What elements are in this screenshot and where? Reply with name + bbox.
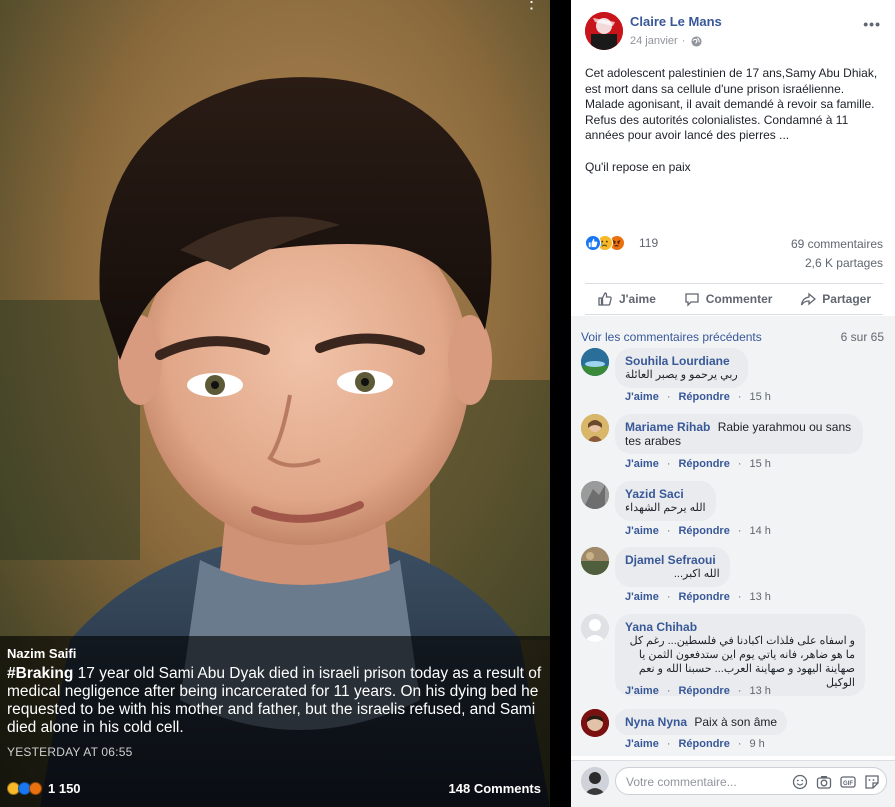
comment-bubble: Yana Chihab و اسفاه على فلذات اكبادنا في… <box>615 614 865 696</box>
commenter-avatar[interactable] <box>581 614 609 642</box>
comment-text: و اسفاه على فلذات اكبادنا في فلسطين... ر… <box>629 635 855 689</box>
comment-reply-link[interactable]: Répondre <box>678 525 729 537</box>
globe-icon <box>691 35 702 47</box>
gif-icon[interactable]: GIF <box>840 774 856 790</box>
post-body: Cet adolescent palestinien de 17 ans,Sam… <box>585 66 885 175</box>
comment-time[interactable]: 14 h <box>750 525 771 537</box>
like-button[interactable]: J'aime <box>597 291 656 307</box>
comment-input-placeholder: Votre commentaire... <box>626 775 737 789</box>
post-panel: Claire Le Mans 24 janvier · ••• Cet adol… <box>571 0 895 807</box>
sticker-icon[interactable] <box>864 774 880 790</box>
caption-reaction-count: 1 150 <box>48 781 81 796</box>
photo-caption: Nazim Saifi #Braking 17 year old Sami Ab… <box>0 636 550 807</box>
comment-meta: J'aime · Répondre · 9 h <box>625 738 765 750</box>
post-options-icon[interactable]: ••• <box>863 16 881 32</box>
share-icon <box>801 292 817 306</box>
post-closing: Qu'il repose en paix <box>585 159 691 174</box>
comment-reply-link[interactable]: Répondre <box>678 738 729 750</box>
caption-author[interactable]: Nazim Saifi <box>7 646 542 661</box>
comment-reply-link[interactable]: Répondre <box>678 685 729 697</box>
comment-input[interactable]: Votre commentaire... GIF <box>615 767 887 795</box>
comment-text: ربي يرحمو و يصبر العائلة <box>625 369 738 381</box>
caption-hashtag[interactable]: #Braking <box>7 665 73 682</box>
previous-comments-link[interactable]: Voir les commentaires précédents <box>581 330 762 344</box>
camera-icon[interactable] <box>816 774 832 790</box>
comment-like-link[interactable]: J'aime <box>625 458 659 470</box>
comment-author[interactable]: Yazid Saci <box>625 487 684 501</box>
comment-like-link[interactable]: J'aime <box>625 738 659 750</box>
date-separator: · <box>681 35 686 47</box>
comment-like-link[interactable]: J'aime <box>625 591 659 603</box>
comment-author[interactable]: Yana Chihab <box>625 620 851 634</box>
thumbs-up-icon <box>598 292 612 306</box>
comment-bubble: Mariame Rihab Rabie yarahmou ou sans tes… <box>615 414 863 454</box>
reaction-count[interactable]: 119 <box>639 236 658 250</box>
share-count[interactable]: 2,6 K partages <box>805 256 883 270</box>
comment-bubble: Yazid Saci الله يرحم الشهداء <box>615 481 716 521</box>
reactions-row: 119 69 commentaires 2,6 K partages <box>585 235 883 275</box>
commenter-avatar[interactable] <box>581 414 609 442</box>
comment-meta: J'aime · Répondre · 14 h <box>625 525 771 537</box>
commenter-avatar[interactable] <box>581 547 609 575</box>
reaction-icons[interactable] <box>585 235 625 251</box>
comment-button[interactable]: Commenter <box>684 291 773 307</box>
comments-pager: 6 sur 65 <box>840 330 884 344</box>
post-header: Claire Le Mans 24 janvier · ••• <box>585 12 885 52</box>
post-text: Cet adolescent palestinien de 17 ans,Sam… <box>585 66 878 142</box>
comment-icon <box>685 293 699 307</box>
comment-label: Commenter <box>705 292 773 306</box>
comment-author[interactable]: Nyna Nyna <box>625 715 687 729</box>
comment-meta: J'aime · Répondre · 13 h <box>625 685 771 697</box>
comment-text: الله يرحم الشهداء <box>625 502 706 514</box>
comment-meta: J'aime · Répondre · 13 h <box>625 591 771 603</box>
comment-time[interactable]: 15 h <box>750 458 771 470</box>
comment-time[interactable]: 9 h <box>750 738 765 750</box>
page-avatar[interactable] <box>585 12 623 50</box>
comment-count[interactable]: 69 commentaires <box>791 237 883 251</box>
angry-reaction-icon <box>29 782 42 795</box>
like-icon <box>585 235 601 251</box>
svg-text:GIF: GIF <box>843 781 853 787</box>
comments-section: Voir les commentaires précédents 6 sur 6… <box>571 316 895 756</box>
action-bar: J'aime Commenter Partager <box>585 283 883 315</box>
comment-time[interactable]: 15 h <box>750 391 771 403</box>
commenter-avatar[interactable] <box>581 481 609 509</box>
comment-meta: J'aime · Répondre · 15 h <box>625 391 771 403</box>
comment-bubble: Souhila Lourdiane ربي يرحمو و يصبر العائ… <box>615 348 748 388</box>
comment-like-link[interactable]: J'aime <box>625 685 659 697</box>
comment-reply-link[interactable]: Répondre <box>678 591 729 603</box>
comment-composer: Votre commentaire... GIF <box>571 760 895 807</box>
comment-time[interactable]: 13 h <box>750 591 771 603</box>
comment-like-link[interactable]: J'aime <box>625 525 659 537</box>
comment-bubble: Nyna Nyna Paix à son âme <box>615 709 788 735</box>
commenter-avatar[interactable] <box>581 709 609 737</box>
current-user-avatar[interactable] <box>581 767 609 795</box>
emoji-icon[interactable] <box>792 774 808 790</box>
comment-time[interactable]: 13 h <box>750 685 771 697</box>
comment-meta: J'aime · Répondre · 15 h <box>625 458 771 470</box>
caption-reactions[interactable]: 1 150 <box>7 781 81 796</box>
caption-body: 17 year old Sami Abu Dyak died in israel… <box>7 665 542 736</box>
viewer-options-icon[interactable]: ⋮ <box>522 0 541 11</box>
page-name[interactable]: Claire Le Mans <box>630 14 722 29</box>
comment-author[interactable]: Mariame Rihab <box>625 420 710 434</box>
caption-text: #Braking 17 year old Sami Abu Dyak died … <box>7 665 542 737</box>
comment-reply-link[interactable]: Répondre <box>678 391 729 403</box>
commenter-avatar[interactable] <box>581 348 609 376</box>
share-label: Partager <box>822 292 871 306</box>
comment-like-link[interactable]: J'aime <box>625 391 659 403</box>
photo-viewer: ⋮ Nazim Saifi #Braking 17 year old Sami … <box>0 0 571 807</box>
comment-text: Paix à son âme <box>694 715 778 729</box>
share-button[interactable]: Partager <box>800 291 871 307</box>
comment-reply-link[interactable]: Répondre <box>678 458 729 470</box>
post-date: 24 janvier · <box>630 35 702 47</box>
comment-author[interactable]: Djamel Sefraoui <box>625 553 716 567</box>
caption-timestamp[interactable]: YESTERDAY AT 06:55 <box>7 745 542 759</box>
comment-text: الله اكبر... <box>673 568 720 580</box>
comment-author[interactable]: Souhila Lourdiane <box>625 354 730 368</box>
caption-comment-count[interactable]: 148 Comments <box>449 781 541 796</box>
like-label: J'aime <box>619 292 656 306</box>
post-date-text[interactable]: 24 janvier <box>630 35 678 47</box>
comment-bubble: Djamel Sefraoui الله اكبر... <box>615 547 730 587</box>
